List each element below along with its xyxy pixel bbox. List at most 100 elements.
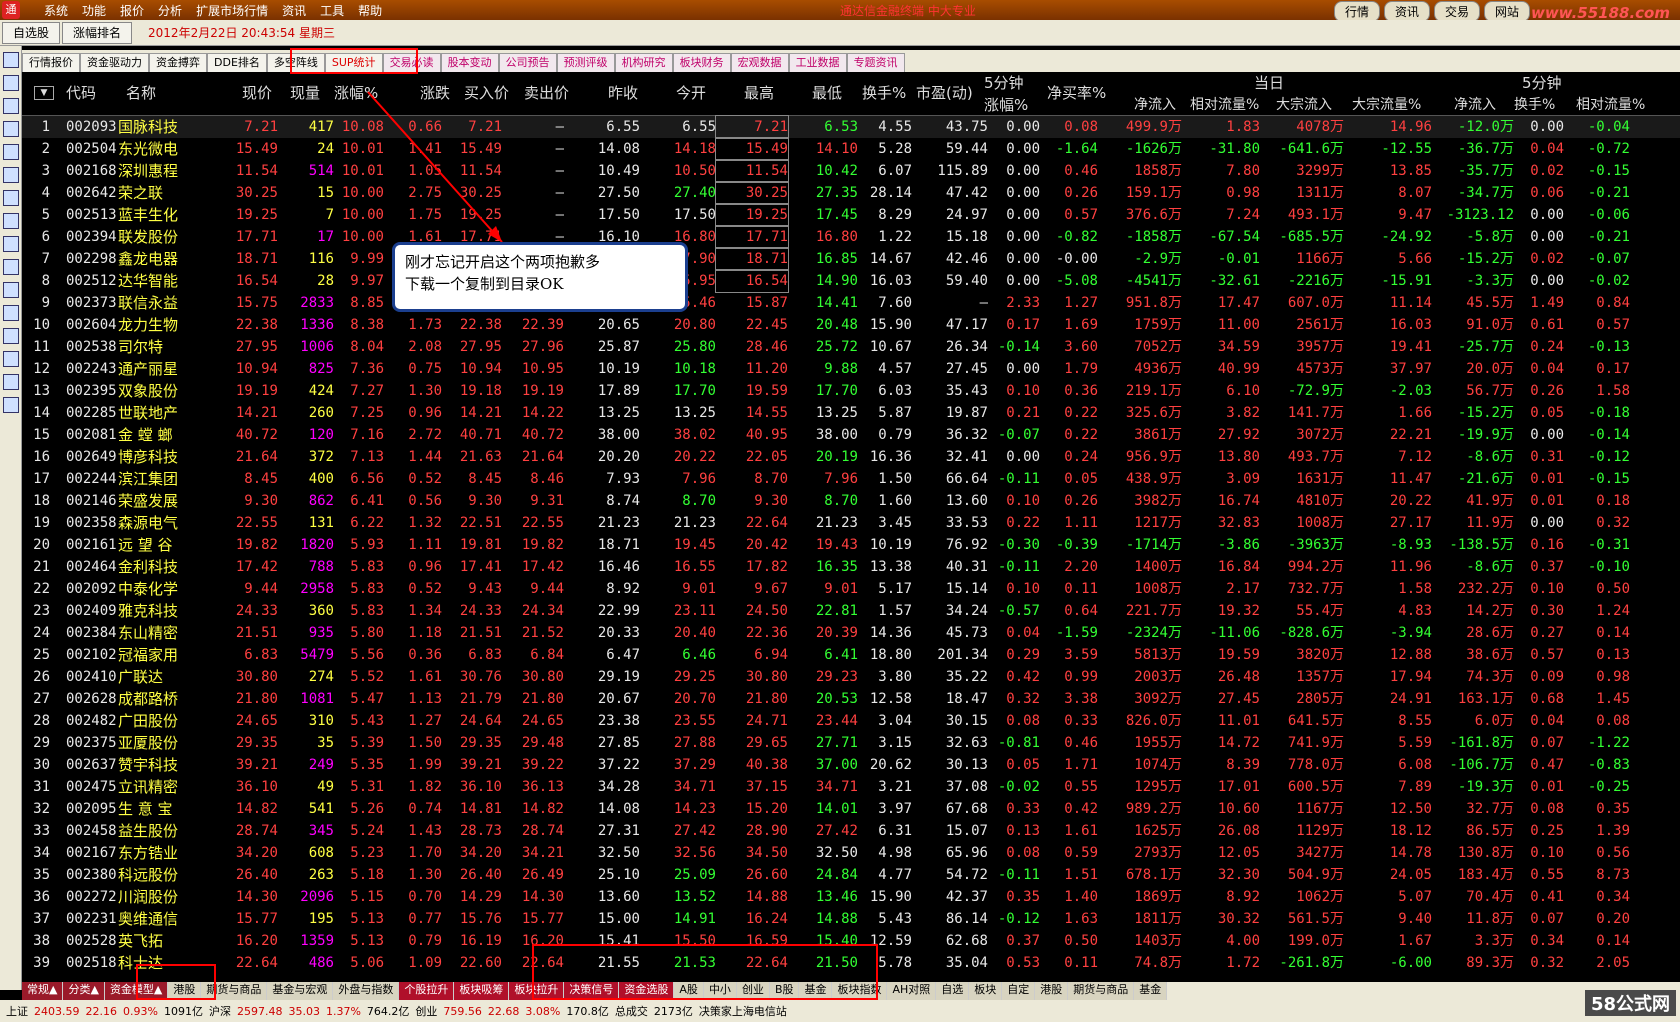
menu-item-5[interactable]: 资讯: [282, 2, 306, 19]
bottom-tab-24[interactable]: 基金: [1134, 982, 1168, 1000]
menu-item-3[interactable]: 分析: [158, 2, 182, 19]
table-row[interactable]: 20 002161 远 望 谷 19.82 1820 5.93 1.11 19.81 19.82…: [22, 534, 1680, 556]
title-tab-1[interactable]: 资讯: [1383, 1, 1430, 22]
title-tab-0[interactable]: 行情: [1333, 1, 1380, 22]
col-today-block-flow[interactable]: 大宗流量%: [1352, 94, 1421, 114]
table-row[interactable]: 1 002093 国脉科技 7.21 417 10.08 0.66 7.21—6.55 6.55…: [22, 115, 1680, 139]
menu-item-1[interactable]: 功能: [82, 2, 106, 19]
watchlist-button[interactable]: 自选股: [2, 21, 61, 44]
tab-12[interactable]: 宏观数据: [730, 53, 789, 72]
table-row[interactable]: 13 002395 双象股份 19.19 424 7.27 1.30 19.18 19.19 17…: [22, 380, 1680, 402]
tool-icon-3[interactable]: [3, 121, 19, 137]
table-row[interactable]: 30 002637 赞宇科技 39.21 249 5.35 1.99 39.21 39.22 37…: [22, 754, 1680, 776]
gain-ranking-button[interactable]: 涨幅排名: [62, 21, 133, 44]
tab-8[interactable]: 公司预告: [498, 53, 557, 72]
bottom-tab-0[interactable]: 常规▲: [22, 982, 64, 1000]
menu-item-0[interactable]: 系统: [44, 2, 68, 19]
menu-item-2[interactable]: 报价: [120, 2, 144, 19]
title-tab-3[interactable]: 网站: [1483, 1, 1530, 22]
tool-icon-7[interactable]: [3, 213, 19, 229]
col-ask[interactable]: 卖出价: [524, 82, 569, 103]
col-today-block-inflow[interactable]: 大宗流入: [1276, 94, 1332, 114]
tool-icon-11[interactable]: [3, 305, 19, 321]
bottom-tab-5[interactable]: 基金与宏观: [267, 982, 334, 1000]
col-5min-inflow[interactable]: 净流入: [1454, 94, 1496, 114]
table-row[interactable]: 10 002604 龙力生物 22.38 1336 8.38 1.73 22.38 22.39 2…: [22, 314, 1680, 336]
sort-dropdown-icon[interactable]: ▼: [34, 86, 54, 100]
table-row[interactable]: 25 002102 冠福家用 6.83 5479 5.56 0.36 6.83 6.84 6.47…: [22, 644, 1680, 666]
bottom-tab-6[interactable]: 外盘与指数: [333, 982, 400, 1000]
table-row[interactable]: 9002373联信永益15.7528338.851.2815.7415.7514…: [22, 292, 1680, 314]
table-row[interactable]: 15 002081 金 螳 螂 40.72 120 7.16 2.72 40.71 40.72 3…: [22, 424, 1680, 446]
table-row[interactable]: 17 002244 滨江集团 8.45 400 6.56 0.52 8.45 8.46 7.93 7…: [22, 468, 1680, 490]
tool-icon-9[interactable]: [3, 259, 19, 275]
table-row[interactable]: 12 002243 通产丽星 10.94 825 7.36 0.75 10.94 10.95 10…: [22, 358, 1680, 380]
tab-3[interactable]: DDE排名: [207, 53, 267, 72]
col-open[interactable]: 今开: [676, 82, 706, 103]
col-price[interactable]: 现价: [242, 82, 272, 103]
tool-icon-8[interactable]: [3, 236, 19, 252]
table-row[interactable]: 8002512达华智能16.54289.971.5016.54—15.0415.…: [22, 269, 1680, 293]
col-today-rel-flow[interactable]: 相对流量%: [1190, 94, 1259, 114]
table-row[interactable]: 6 002394 联发股份 17.71 17 10.00 1.61 17.71—16.10 16…: [22, 225, 1680, 249]
col-change-pct[interactable]: 涨幅%: [334, 82, 378, 103]
table-row[interactable]: 28 002482 广田股份 24.65 310 5.43 1.27 24.64 24.65 23…: [22, 710, 1680, 732]
col-pe[interactable]: 市盈(动): [916, 82, 973, 103]
table-row[interactable]: 22 002092 中泰化学 9.44 2958 5.83 0.52 9.43 9.44 8.92…: [22, 578, 1680, 600]
tab-9[interactable]: 预测评级: [556, 53, 615, 72]
tab-13[interactable]: 工业数据: [788, 53, 847, 72]
tab-7[interactable]: 股本变动: [440, 53, 499, 72]
table-row[interactable]: 29 002375 亚厦股份 29.35 35 5.39 1.50 29.35 29.48 27.…: [22, 732, 1680, 754]
col-prev-close[interactable]: 昨收: [608, 82, 638, 103]
bottom-tab-22[interactable]: 港股: [1035, 982, 1069, 1000]
menu-item-4[interactable]: 扩展市场行情: [196, 2, 268, 19]
tab-11[interactable]: 板块财务: [672, 53, 731, 72]
table-row[interactable]: 32 002095 生 意 宝 14.82 541 5.26 0.74 14.81 14.82 1…: [22, 798, 1680, 820]
menu-item-7[interactable]: 帮助: [358, 2, 382, 19]
table-row[interactable]: 18 002146 荣盛发展 9.30 862 6.41 0.56 9.30 9.31 8.74 8…: [22, 490, 1680, 512]
table-row[interactable]: 27 002628 成都路桥 21.80 1081 5.47 1.13 21.79 21.80 2…: [22, 688, 1680, 710]
tool-icon-0[interactable]: [3, 52, 19, 68]
tool-icon-14[interactable]: [3, 374, 19, 390]
col-today-inflow[interactable]: 净流入: [1134, 94, 1176, 114]
col-5min-rise[interactable]: 涨幅%: [984, 94, 1028, 115]
bottom-tab-20[interactable]: 板块: [969, 982, 1003, 1000]
table-row[interactable]: 7002298鑫龙电器18.711169.991.7018.71—17.0117…: [22, 247, 1680, 271]
col-code[interactable]: 代码: [66, 82, 96, 103]
table-row[interactable]: 37 002231 奥维通信 15.77 195 5.13 0.77 15.76 15.77 15…: [22, 908, 1680, 930]
tool-icon-15[interactable]: [3, 397, 19, 413]
col-change[interactable]: 涨跌: [420, 82, 450, 103]
tab-14[interactable]: 专题资讯: [846, 53, 905, 72]
col-net-buy[interactable]: 净买率%: [1047, 82, 1106, 103]
tool-icon-2[interactable]: [3, 98, 19, 114]
table-row[interactable]: 35 002380 科远股份 26.40 263 5.18 1.30 26.40 26.49 25…: [22, 864, 1680, 886]
table-row[interactable]: 24 002384 东山精密 21.51 935 5.80 1.18 21.51 21.52 20…: [22, 622, 1680, 644]
table-row[interactable]: 11 002538 司尔特 27.95 1006 8.04 2.08 27.95 27.96 25…: [22, 336, 1680, 358]
col-5min-turnover[interactable]: 换手%: [1514, 94, 1555, 114]
col-turnover[interactable]: 换手%: [862, 82, 906, 103]
table-row[interactable]: 14 002285 世联地产 14.21 260 7.25 0.96 14.21 14.22 13…: [22, 402, 1680, 424]
tab-1[interactable]: 资金驱动力: [80, 53, 149, 72]
bottom-tab-21[interactable]: 自定: [1002, 982, 1036, 1000]
table-row[interactable]: 26 002410 广联达 30.80 274 5.52 1.61 30.76 30.80 29.…: [22, 666, 1680, 688]
col-high[interactable]: 最高: [744, 82, 774, 103]
menu-item-6[interactable]: 工具: [320, 2, 344, 19]
bottom-tab-19[interactable]: 自选: [936, 982, 970, 1000]
bottom-tab-23[interactable]: 期货与商品: [1068, 982, 1135, 1000]
bottom-tab-7[interactable]: 个股拉升: [399, 982, 455, 1000]
col-volume[interactable]: 现量: [290, 82, 320, 103]
table-row[interactable]: 4 002642 荣之联 30.25 15 10.00 2.75 30.25—27.50 27.…: [22, 181, 1680, 205]
tool-icon-13[interactable]: [3, 351, 19, 367]
tool-icon-1[interactable]: [3, 75, 19, 91]
col-5min-rel-flow[interactable]: 相对流量%: [1576, 94, 1645, 114]
table-row[interactable]: 2 002504 东光微电 15.49 24 10.01 1.41 15.49—14.08 14…: [22, 137, 1680, 161]
title-tab-2[interactable]: 交易: [1433, 1, 1480, 22]
col-low[interactable]: 最低: [812, 82, 842, 103]
table-row[interactable]: 36 002272 川润股份 14.30 2096 5.15 0.70 14.29 14.30 1…: [22, 886, 1680, 908]
table-row[interactable]: 21 002464 金利科技 17.42 788 5.83 0.96 17.41 17.42 16…: [22, 556, 1680, 578]
bottom-tab-18[interactable]: AH对照: [887, 982, 937, 1000]
tool-icon-12[interactable]: [3, 328, 19, 344]
table-row[interactable]: 23 002409 雅克科技 24.33 360 5.83 1.34 24.33 24.34 22…: [22, 600, 1680, 622]
tab-0[interactable]: 行情报价: [22, 53, 80, 72]
table-row[interactable]: 33 002458 益生股份 28.74 345 5.24 1.43 28.73 28.74 27…: [22, 820, 1680, 842]
